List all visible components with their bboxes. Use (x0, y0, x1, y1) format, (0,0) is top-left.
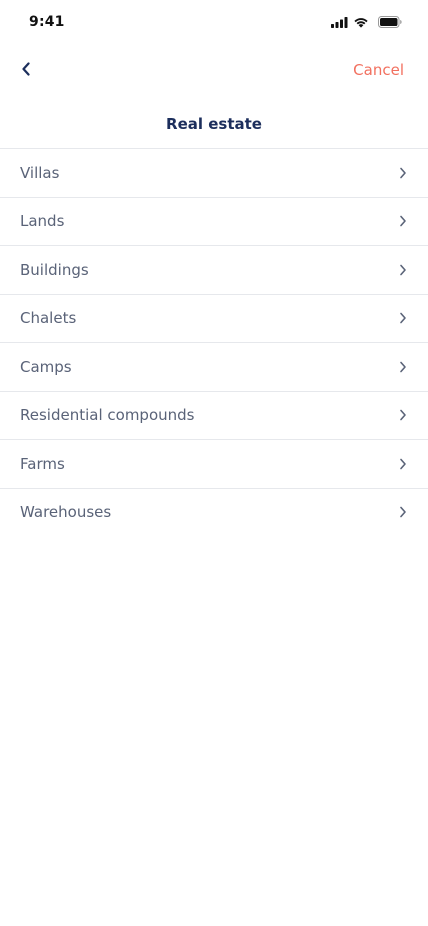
chevron-right-icon (399, 458, 407, 470)
list-item-warehouses[interactable]: Warehouses (0, 489, 428, 537)
list-item-label: Farms (20, 454, 65, 473)
list-item-camps[interactable]: Camps (0, 343, 428, 392)
page-title: Real estate (166, 114, 262, 133)
status-bar: 9:41 (0, 0, 428, 44)
status-time: 9:41 (29, 14, 65, 30)
chevron-right-icon (399, 215, 407, 227)
chevron-right-icon (399, 361, 407, 373)
list-item-chalets[interactable]: Chalets (0, 295, 428, 343)
status-icons (331, 16, 402, 28)
list-item-villas[interactable]: Villas (0, 149, 428, 198)
list-item-label: Buildings (20, 260, 89, 279)
wifi-icon (353, 17, 369, 28)
chevron-right-icon (399, 264, 407, 276)
chevron-right-icon (399, 167, 407, 179)
chevron-right-icon (399, 409, 407, 421)
cellular-signal-icon (331, 16, 348, 28)
list-item-farms[interactable]: Farms (0, 440, 428, 489)
list-item-label: Lands (20, 212, 65, 231)
nav-bar: Cancel (0, 44, 428, 100)
list-item-label: Chalets (20, 309, 77, 328)
chevron-left-icon (21, 61, 31, 80)
chevron-right-icon (399, 506, 407, 518)
screen: 9:41 Cancel Real estate Villas Lands Bui… (0, 0, 428, 926)
list-item-label: Camps (20, 357, 72, 376)
list-item-label: Warehouses (20, 503, 112, 522)
cancel-button[interactable]: Cancel (353, 61, 404, 79)
battery-icon (378, 16, 402, 28)
list-item-label: Villas (20, 163, 60, 182)
title-row: Real estate (0, 100, 428, 149)
list-item-residential-compounds[interactable]: Residential compounds (0, 392, 428, 440)
category-list: Villas Lands Buildings Chalets Camps Res… (0, 149, 428, 536)
list-item-lands[interactable]: Lands (0, 198, 428, 246)
list-item-label: Residential compounds (20, 406, 195, 425)
list-item-buildings[interactable]: Buildings (0, 246, 428, 295)
chevron-right-icon (399, 312, 407, 324)
back-button[interactable] (14, 58, 38, 82)
